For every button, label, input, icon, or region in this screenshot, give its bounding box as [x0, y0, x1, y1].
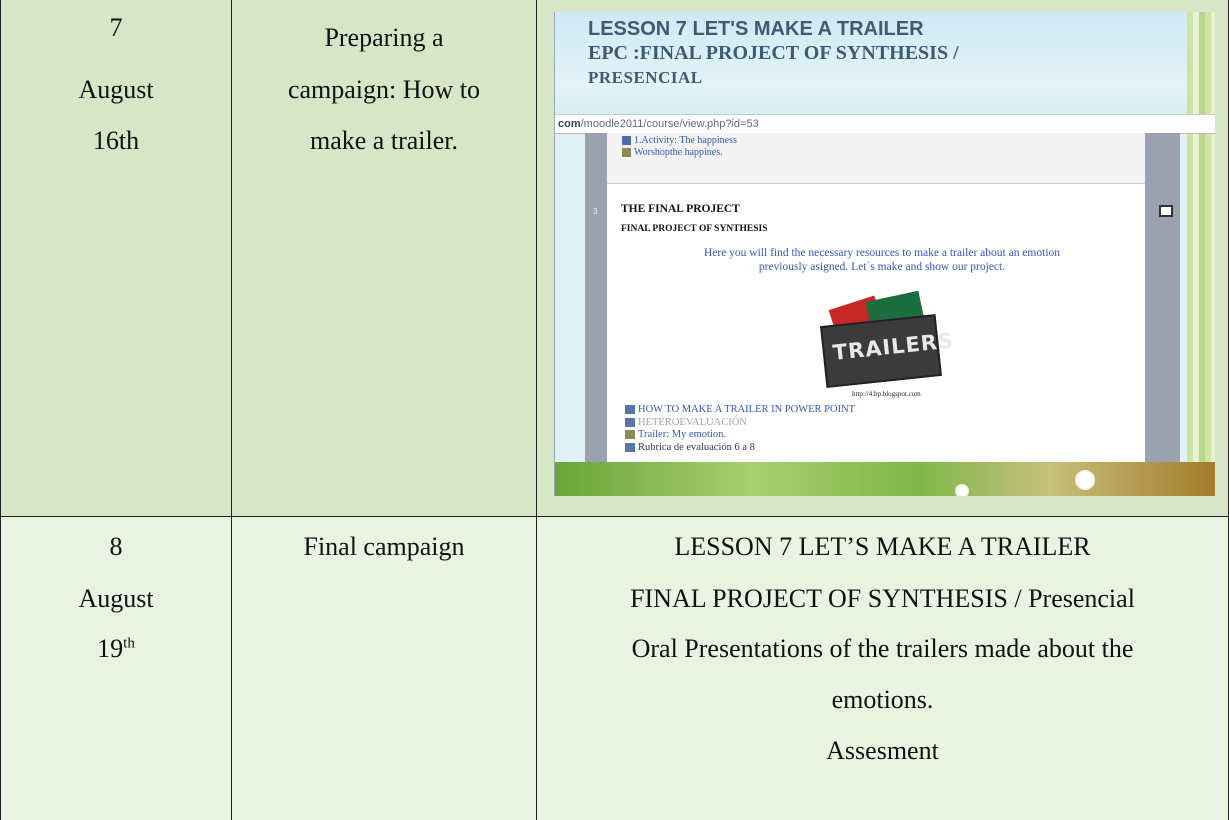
session-cell: 7 August 16th [0, 0, 232, 517]
activity-cell: Preparing a campaign: How to make a trai… [231, 0, 537, 517]
daisy-decoration [1075, 470, 1095, 490]
trailers-clapperboard-image: TRAILERS [820, 290, 955, 388]
session-day: 16th [92, 126, 140, 155]
right-gutter [1145, 133, 1180, 463]
daisy-decoration [955, 484, 969, 496]
workshop-icon [622, 148, 631, 158]
screenshot-subtitle-2: PRESENCIAL [588, 68, 703, 87]
content-line: Oral Presentations of the trailers made … [631, 634, 1134, 663]
table-row: 7 August 16th Preparing a campaign: How … [0, 0, 1229, 517]
image-credit: http://4.bp.blogspot.com [852, 390, 921, 398]
content-line: LESSON 7 LET’S MAKE A TRAILER [674, 532, 1091, 561]
activity-line: campaign: How to [287, 75, 481, 104]
session-number: 7 [109, 13, 123, 42]
image-text: TRAILERS [831, 328, 956, 365]
session-number: 8 [109, 532, 123, 561]
left-gutter [585, 133, 607, 463]
screenshot-title: LESSON 7 LET'S MAKE A TRAILER [588, 18, 924, 40]
content-cell: LESSON 7 LET’S MAKE A TRAILER FINAL PROJ… [536, 517, 1229, 820]
activity-cell: Final campaign [231, 517, 537, 820]
activity-line: make a trailer. [310, 126, 458, 155]
resource-icon [625, 405, 635, 415]
quiz-icon [622, 136, 631, 146]
resource-link: HETEROEVALUACIÓN [625, 417, 855, 430]
resource-link: HOW TO MAKE A TRAILER IN POWER POINT [625, 404, 855, 417]
session-month: August [78, 75, 154, 104]
resource-icon [625, 417, 635, 427]
moodle-screenshot: LESSON 7 LET'S MAKE A TRAILER EPC :FINAL… [554, 12, 1215, 496]
table-row: 8 August 19th Final campaign LESSON 7 LE… [0, 517, 1229, 820]
content-line: Assesment [826, 736, 939, 765]
section-description: Here you will find the necessary resourc… [703, 247, 1061, 273]
section-toggle-checkbox [1159, 205, 1173, 217]
resource-icon [625, 442, 635, 452]
workshop-link: Worshopthe happines. [622, 147, 723, 158]
activity-line: Preparing a [324, 23, 444, 52]
schedule-table: 7 August 16th Preparing a campaign: How … [0, 0, 1229, 820]
section-subtitle: FINAL PROJECT OF SYNTHESIS [621, 224, 768, 234]
url-host: com [558, 118, 581, 130]
clapperboard: TRAILERS [820, 314, 955, 388]
url-path: /moodle2011/course/view.php?id=53 [580, 118, 759, 130]
activity-title: Final campaign [303, 532, 465, 561]
url-bar: com/moodle2011/course/view.php?id=53 [555, 114, 1215, 134]
content-cell: LESSON 7 LET'S MAKE A TRAILER EPC :FINAL… [536, 0, 1229, 517]
content-line: FINAL PROJECT OF SYNTHESIS / Presencial [630, 584, 1135, 613]
grass-background [555, 462, 1215, 496]
content-line: emotions. [831, 685, 934, 714]
session-cell: 8 August 19th [0, 517, 232, 820]
section-title: THE FINAL PROJECT [621, 203, 740, 215]
resource-link: Rubrica de evaluación 6 a 8 [625, 442, 855, 455]
session-day: 19th [97, 634, 135, 663]
screenshot-subtitle: EPC :FINAL PROJECT OF SYNTHESIS / [588, 42, 959, 64]
session-month: August [78, 584, 154, 613]
section-number: 3 [593, 207, 598, 216]
activity-link: 1.Activity: The happiness [622, 135, 737, 146]
workshop-icon [625, 430, 635, 440]
resource-list: HOW TO MAKE A TRAILER IN POWER POINT HET… [625, 404, 855, 454]
resource-link: Trailer: My emotion. [625, 429, 855, 442]
decorative-stripes [1187, 12, 1215, 496]
